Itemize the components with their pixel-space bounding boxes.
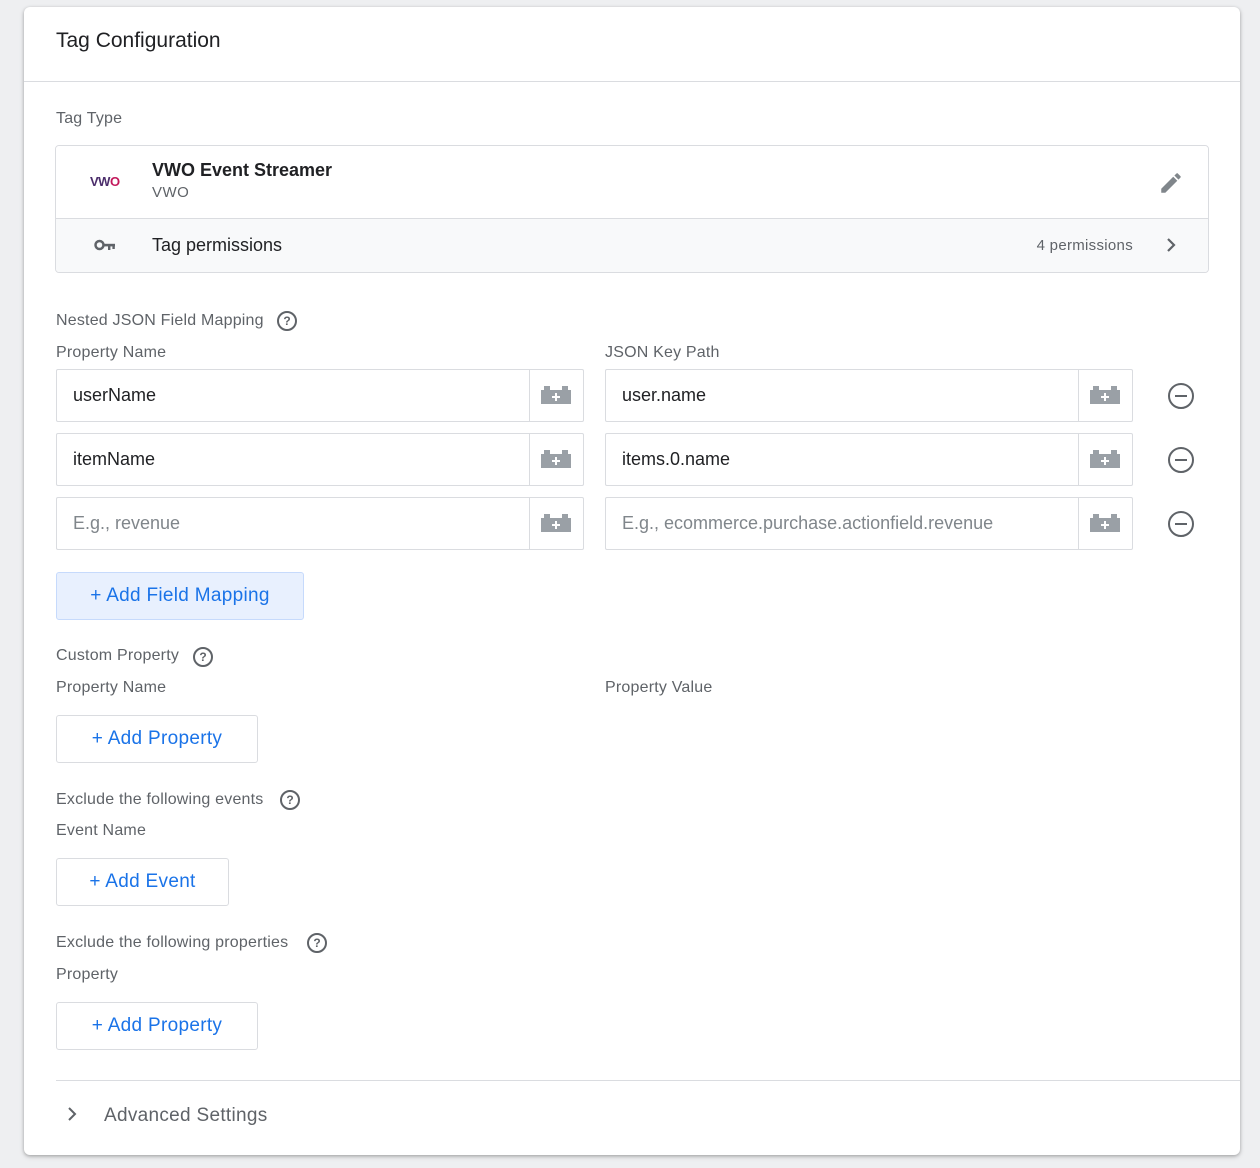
variable-picker-button[interactable] bbox=[529, 434, 583, 485]
col-property-name: Property Name bbox=[56, 679, 167, 696]
key-icon bbox=[94, 239, 115, 251]
tag-type-label: Tag Type bbox=[56, 110, 123, 127]
variable-icon bbox=[1090, 450, 1120, 468]
variable-icon bbox=[541, 450, 571, 468]
variable-picker-button[interactable] bbox=[1078, 498, 1132, 549]
help-icon[interactable]: ? bbox=[193, 647, 213, 667]
tag-permissions-row[interactable]: Tag permissions 4 permissions bbox=[56, 218, 1208, 272]
property-name-input[interactable]: E.g., revenue bbox=[56, 497, 584, 550]
help-icon[interactable]: ? bbox=[277, 311, 297, 331]
tag-configuration-card: Tag Configuration Tag Type VWO VWO Event… bbox=[24, 7, 1240, 1155]
remove-row-icon[interactable] bbox=[1168, 383, 1194, 409]
col-json-key-path: JSON Key Path bbox=[605, 344, 720, 361]
add-property-button[interactable]: + Add Property bbox=[56, 1002, 258, 1050]
add-event-button[interactable]: + Add Event bbox=[56, 858, 229, 906]
json-key-path-input[interactable]: items.0.name bbox=[605, 433, 1133, 486]
json-key-path-input[interactable]: user.name bbox=[605, 369, 1133, 422]
variable-picker-button[interactable] bbox=[529, 498, 583, 549]
chevron-right-icon bbox=[1167, 238, 1176, 252]
nested-mapping-label: Nested JSON Field Mapping bbox=[56, 312, 264, 329]
variable-picker-button[interactable] bbox=[1078, 434, 1132, 485]
advanced-divider bbox=[56, 1080, 1240, 1081]
variable-icon bbox=[541, 386, 571, 404]
help-icon[interactable]: ? bbox=[280, 790, 300, 810]
json-key-path-input[interactable]: E.g., ecommerce.purchase.actionfield.rev… bbox=[605, 497, 1133, 550]
remove-row-icon[interactable] bbox=[1168, 511, 1194, 537]
help-icon[interactable]: ? bbox=[307, 933, 327, 953]
variable-icon bbox=[541, 514, 571, 532]
variable-icon bbox=[1090, 386, 1120, 404]
property-name-input[interactable]: userName bbox=[56, 369, 584, 422]
variable-icon bbox=[1090, 514, 1120, 532]
col-property: Property bbox=[56, 966, 119, 983]
title-divider bbox=[24, 81, 1240, 82]
custom-property-label: Custom Property bbox=[56, 647, 180, 664]
col-property-name: Property Name bbox=[56, 344, 167, 361]
exclude-events-label: Exclude the following events bbox=[56, 791, 264, 808]
col-event-name: Event Name bbox=[56, 822, 147, 839]
add-field-mapping-button[interactable]: + Add Field Mapping bbox=[56, 572, 304, 620]
exclude-properties-label: Exclude the following properties bbox=[56, 934, 289, 951]
variable-picker-button[interactable] bbox=[529, 370, 583, 421]
tag-permissions-count: 4 permissions bbox=[1036, 237, 1133, 254]
tag-type-box: VWO VWO Event Streamer VWO Tag permissio… bbox=[55, 145, 1209, 273]
col-property-value: Property Value bbox=[605, 679, 713, 696]
remove-row-icon[interactable] bbox=[1168, 447, 1194, 473]
tag-type-name: VWO Event Streamer bbox=[152, 160, 333, 180]
vwo-logo: VWO bbox=[90, 174, 120, 189]
tag-permissions-label: Tag permissions bbox=[152, 235, 283, 255]
property-name-input[interactable]: itemName bbox=[56, 433, 584, 486]
chevron-right-icon[interactable] bbox=[64, 1105, 80, 1123]
advanced-settings-toggle[interactable]: Advanced Settings bbox=[104, 1105, 268, 1127]
add-property-button[interactable]: + Add Property bbox=[56, 715, 258, 763]
tag-type-vendor: VWO bbox=[152, 184, 190, 201]
edit-pencil-icon[interactable] bbox=[1158, 170, 1184, 196]
tag-type-selector[interactable]: VWO VWO Event Streamer VWO bbox=[56, 146, 1208, 218]
card-title: Tag Configuration bbox=[56, 29, 221, 52]
variable-picker-button[interactable] bbox=[1078, 370, 1132, 421]
